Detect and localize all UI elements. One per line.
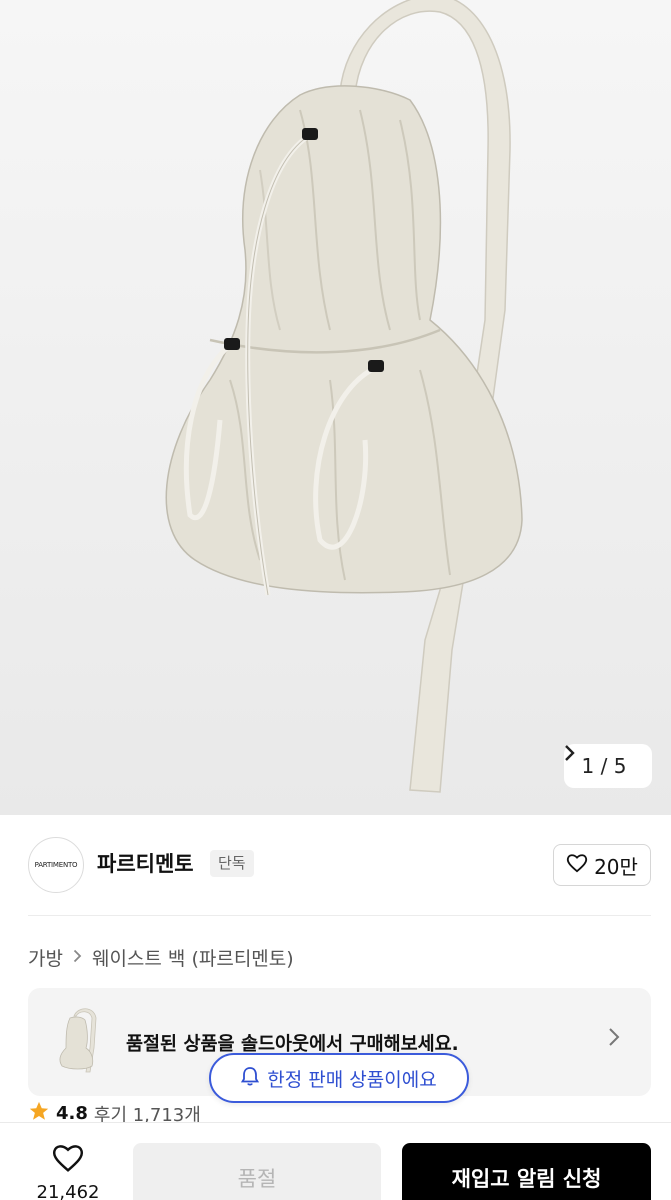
heart-icon: [51, 1143, 85, 1178]
wishlist-button[interactable]: 21,462: [20, 1143, 116, 1200]
exclusive-badge: 단독: [210, 850, 254, 877]
restock-alert-button[interactable]: 재입고 알림 신청: [402, 1143, 651, 1200]
divider: [28, 915, 651, 916]
product-photo-waist-bag: [165, 0, 523, 793]
brand-like-count: 20만: [594, 854, 638, 879]
limited-sale-text: 한정 판매 상품이에요: [267, 1068, 437, 1091]
image-counter[interactable]: 1 / 5: [564, 744, 652, 788]
brand-row: PARTIMENTO 파르티멘토 단독 20만: [0, 815, 671, 915]
bell-icon: [241, 1066, 260, 1091]
product-thumbnail: [48, 1008, 104, 1076]
soldout-button: 품절: [133, 1143, 381, 1200]
product-image-gallery[interactable]: 1 / 5: [0, 0, 671, 815]
brand-logo[interactable]: PARTIMENTO: [28, 837, 84, 893]
rating-score: 4.8: [56, 1103, 88, 1124]
brand-like-button[interactable]: 20만: [553, 844, 651, 886]
breadcrumb-subcategory[interactable]: 웨이스트 백 (파르티멘토): [92, 944, 294, 971]
bottom-action-bar: 21,462 품절 재입고 알림 신청: [0, 1122, 671, 1200]
breadcrumb-category[interactable]: 가방: [28, 944, 63, 971]
wishlist-count: 21,462: [36, 1182, 100, 1200]
brand-logo-text: PARTIMENTO: [34, 861, 78, 869]
limited-sale-badge: 한정 판매 상품이에요: [209, 1053, 469, 1103]
chevron-right-icon: [608, 1027, 620, 1053]
heart-icon: [566, 853, 588, 878]
image-counter-text: 1 / 5: [581, 754, 627, 778]
chevron-right-icon: [73, 948, 82, 968]
brand-name[interactable]: 파르티멘토: [97, 848, 194, 878]
breadcrumb: 가방 웨이스트 백 (파르티멘토): [28, 944, 294, 971]
